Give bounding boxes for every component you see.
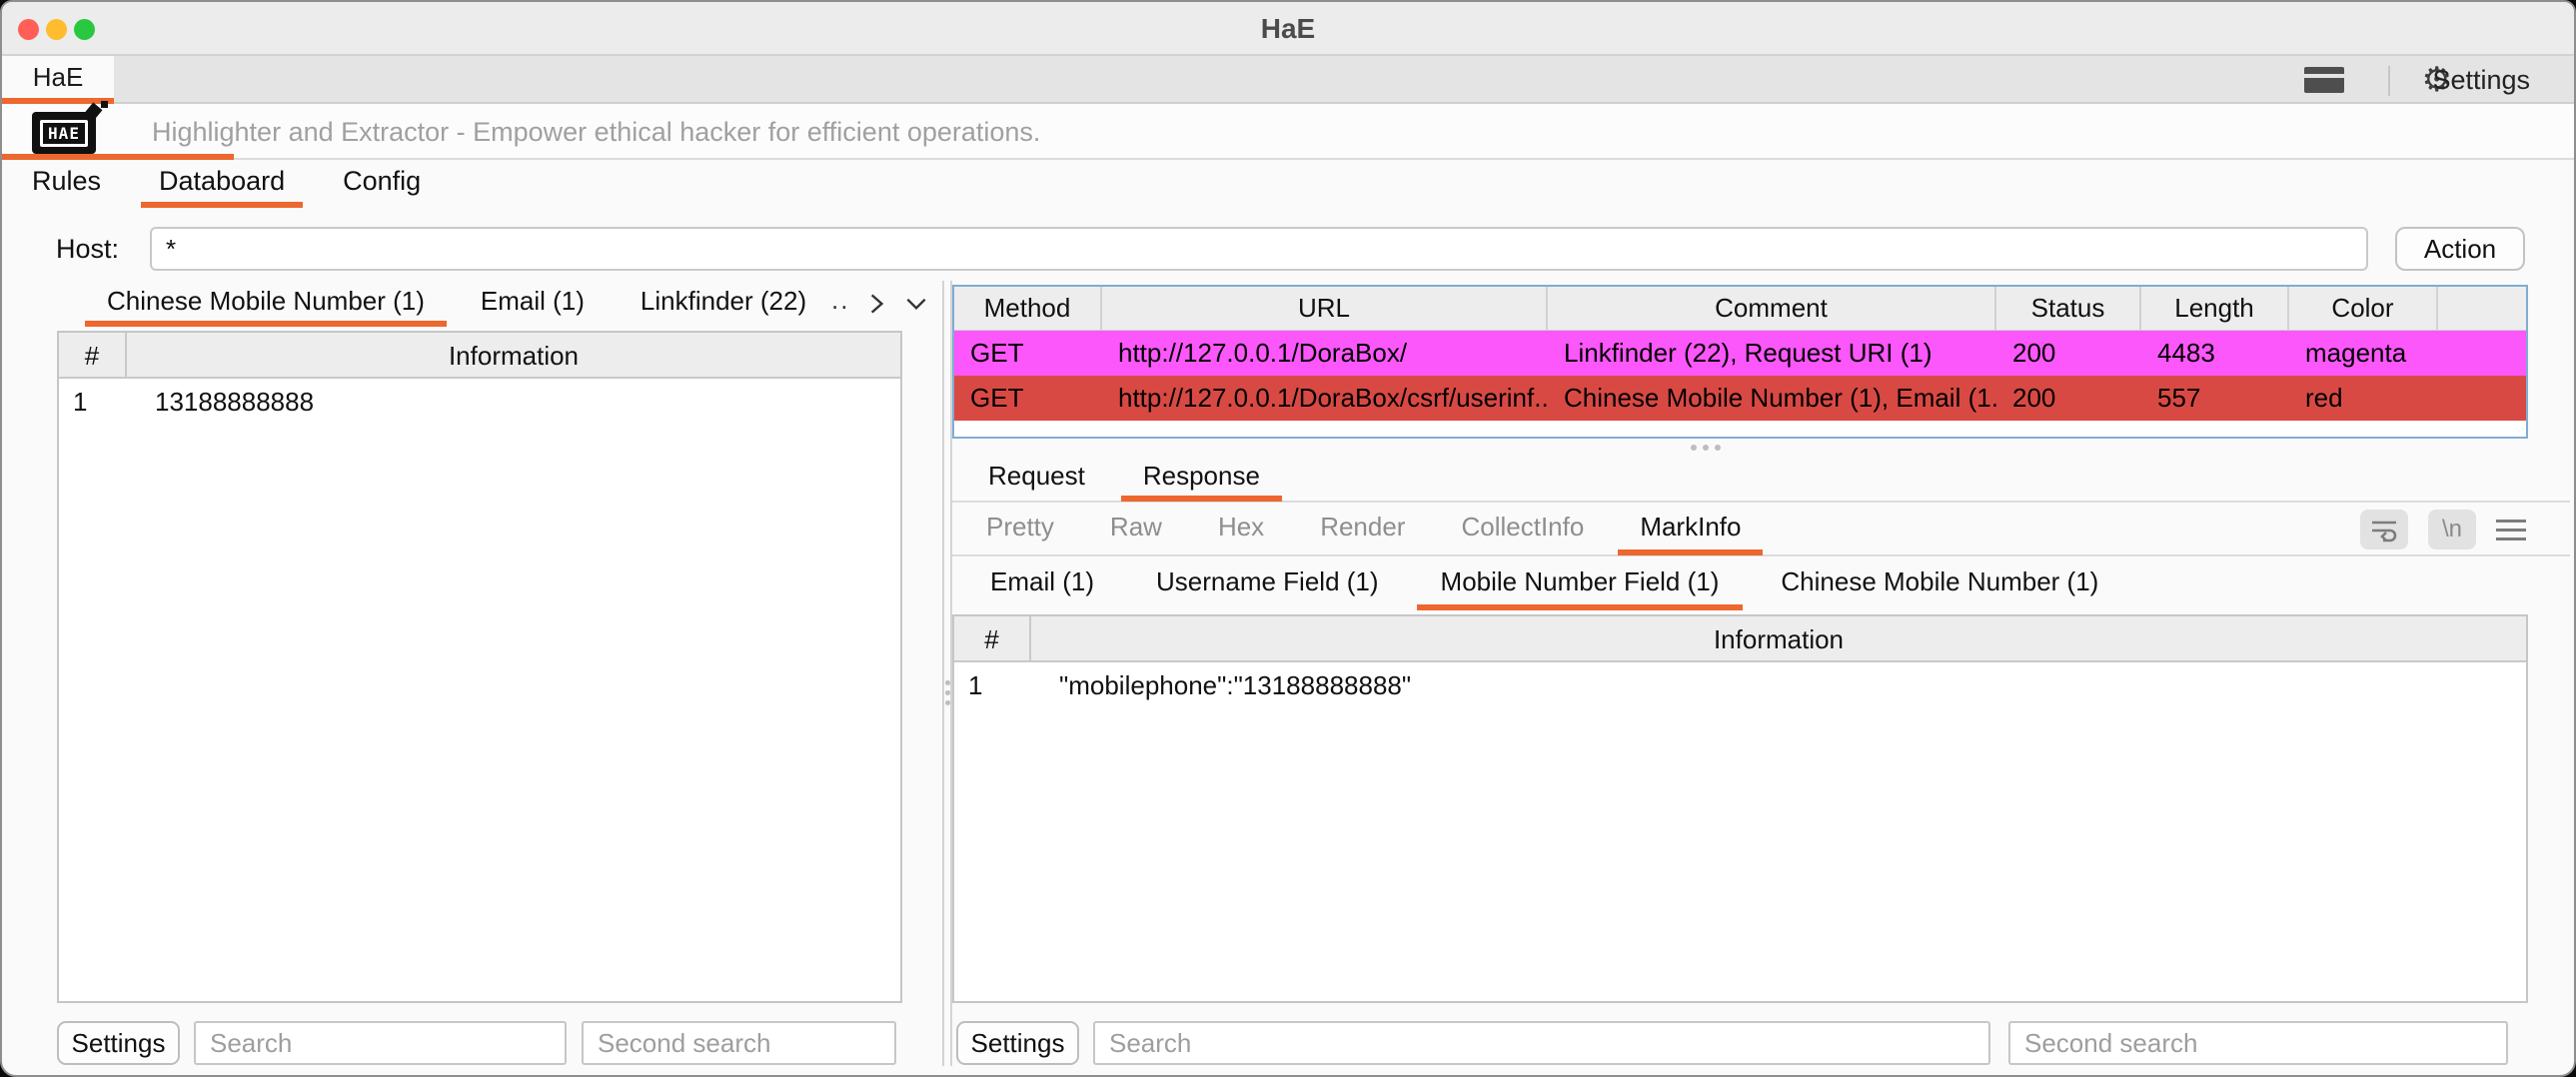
dock-window-icon[interactable] — [2304, 67, 2344, 94]
col-header-comment[interactable]: Comment — [1548, 287, 1996, 330]
tab-mobile-number-field[interactable]: Mobile Number Field (1) — [1417, 558, 1744, 610]
word-wrap-icon[interactable] — [2360, 510, 2408, 549]
banner: HAE Highlighter and Extractor - Empower … — [2, 104, 2574, 160]
left-results-table: # Information 1 13188888888 — [57, 331, 902, 1003]
col-header-color[interactable]: Color — [2289, 287, 2438, 330]
left-tabs-overflow: .. — [831, 281, 929, 327]
hae-window: HaE HaE ⚙ Settings HAE Highlighter and E… — [0, 0, 2576, 1077]
tab-request[interactable]: Request — [966, 456, 1107, 502]
tab-databoard[interactable]: Databoard — [141, 160, 303, 208]
table-header: # Information — [954, 616, 2526, 662]
chevron-right-icon[interactable] — [863, 291, 889, 317]
tab-username-field[interactable]: Username Field (1) — [1132, 558, 1403, 610]
tab-linkfinder[interactable]: Linkfinder (22) — [619, 281, 828, 327]
left-second-search-input[interactable] — [582, 1021, 896, 1065]
col-header-status[interactable]: Status — [1996, 287, 2141, 330]
markinfo-table: # Information 1 "mobilephone":"131888888… — [952, 614, 2528, 1003]
table-header: # Information — [59, 333, 900, 379]
plugin-tab-strip: HaE ⚙ Settings — [2, 56, 2574, 104]
tab-config[interactable]: Config — [325, 160, 439, 208]
markinfo-tabs: Email (1) Username Field (1) Mobile Numb… — [952, 558, 2570, 610]
col-header-information[interactable]: Information — [127, 333, 900, 379]
tab-chinese-mobile-number[interactable]: Chinese Mobile Number (1) — [85, 281, 447, 327]
tab-collectinfo[interactable]: CollectInfo — [1439, 504, 1606, 555]
editor-view-tabs: Pretty Raw Hex Render CollectInfo MarkIn… — [952, 505, 2570, 556]
newline-toggle-icon[interactable]: \n — [2428, 510, 2476, 549]
tab-email[interactable]: Email (1) — [459, 281, 607, 327]
overflow-dots: .. — [831, 285, 849, 316]
tab-raw[interactable]: Raw — [1088, 504, 1184, 555]
col-header-url[interactable]: URL — [1102, 287, 1548, 330]
tab-pretty[interactable]: Pretty — [964, 504, 1076, 555]
tab-render[interactable]: Render — [1298, 504, 1427, 555]
tab-rules[interactable]: Rules — [14, 160, 119, 208]
tab-response[interactable]: Response — [1121, 456, 1282, 502]
requests-table: Method URL Comment Status Length Color G… — [952, 285, 2528, 439]
editor-menu-icon[interactable] — [2496, 520, 2526, 540]
window-title: HaE — [2, 2, 2574, 56]
host-label: Host: — [56, 226, 119, 272]
col-header-information[interactable]: Information — [1031, 616, 2526, 662]
editor-toolbar: \n — [2360, 510, 2570, 549]
tab-hex[interactable]: Hex — [1196, 504, 1286, 555]
right-second-search-input[interactable] — [2008, 1021, 2508, 1065]
pencil-tip-icon — [101, 101, 108, 108]
right-search-input[interactable] — [1093, 1021, 1990, 1065]
action-button[interactable]: Action — [2395, 227, 2525, 271]
splitter-grip-icon — [945, 680, 950, 705]
host-input[interactable] — [150, 227, 2368, 271]
horizontal-splitter-grip-icon[interactable] — [1691, 445, 1721, 451]
requests-table-header: Method URL Comment Status Length Color — [954, 287, 2526, 331]
banner-subtitle: Highlighter and Extractor - Empower ethi… — [152, 104, 1040, 160]
request-response-tabs: Request Response — [952, 457, 2570, 503]
divider — [2388, 66, 2390, 96]
chevron-down-icon[interactable] — [903, 291, 929, 317]
table-row[interactable]: GET http://127.0.0.1/DoraBox/ Linkfinder… — [954, 331, 2526, 376]
left-search-input[interactable] — [194, 1021, 567, 1065]
table-row[interactable]: GET http://127.0.0.1/DoraBox/csrf/userin… — [954, 376, 2526, 421]
main-nav-tabs: Rules Databoard Config — [14, 160, 2574, 208]
col-header-length[interactable]: Length — [2141, 287, 2289, 330]
titlebar: HaE — [2, 2, 2574, 56]
tab-email-field[interactable]: Email (1) — [966, 558, 1118, 610]
left-data-tabs: Chinese Mobile Number (1) Email (1) Link… — [85, 281, 840, 327]
right-settings-button[interactable]: Settings — [956, 1021, 1079, 1065]
col-header-num[interactable]: # — [59, 333, 127, 379]
tab-hae-plugin[interactable]: HaE — [2, 56, 114, 104]
left-settings-button[interactable]: Settings — [57, 1021, 180, 1065]
table-row[interactable]: 1 "mobilephone":"13188888888" — [954, 662, 2526, 708]
col-header-spacer — [2438, 287, 2526, 330]
settings-menu-label[interactable]: Settings — [2432, 56, 2530, 104]
tab-markinfo[interactable]: MarkInfo — [1618, 504, 1763, 555]
pencil-icon — [86, 103, 103, 120]
screenshot-stage: HaE HaE ⚙ Settings HAE Highlighter and E… — [0, 0, 2576, 1077]
hae-logo-icon: HAE — [32, 112, 96, 154]
tab-chinese-mobile-number-field[interactable]: Chinese Mobile Number (1) — [1757, 558, 2122, 610]
vertical-splitter[interactable] — [942, 281, 952, 1066]
col-header-method[interactable]: Method — [954, 287, 1102, 330]
table-row[interactable]: 1 13188888888 — [59, 379, 900, 425]
col-header-num[interactable]: # — [954, 616, 1031, 662]
